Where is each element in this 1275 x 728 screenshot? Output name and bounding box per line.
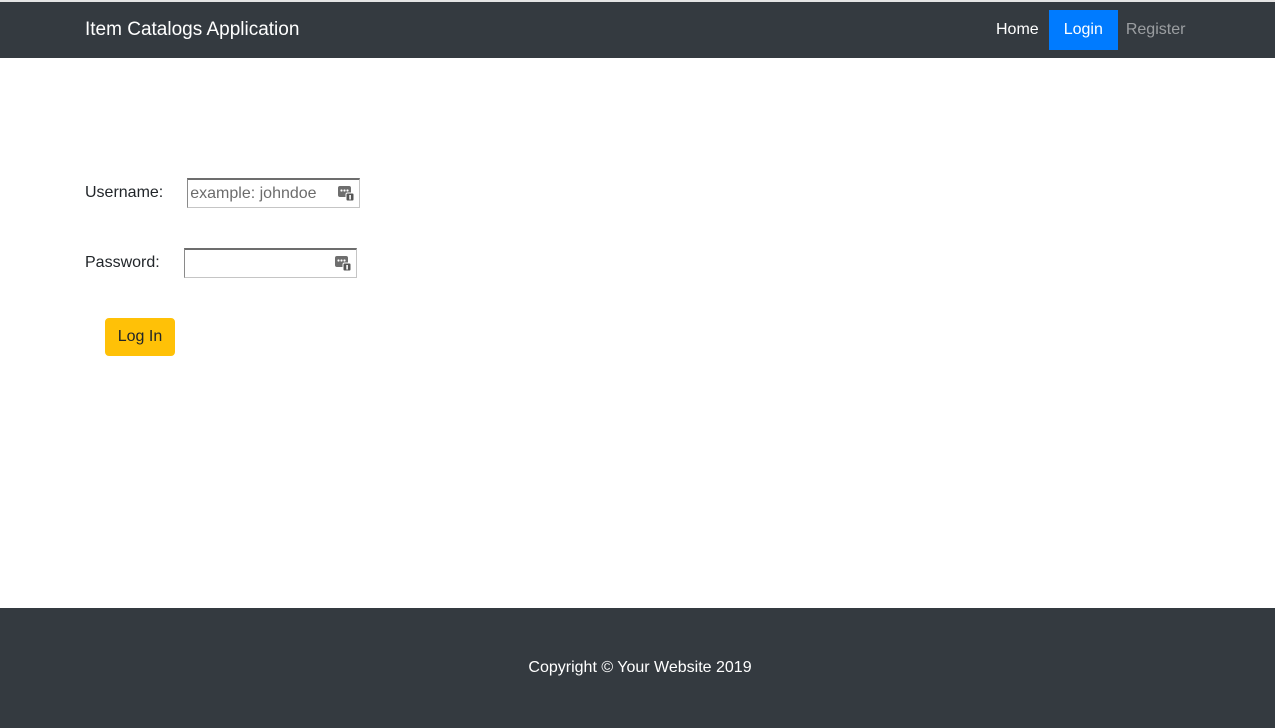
nav-link-login[interactable]: Login bbox=[1048, 10, 1118, 50]
login-page: Item Catalogs Application Home Login Reg… bbox=[0, 0, 1275, 728]
keychain-autofill-icon[interactable] bbox=[334, 254, 352, 272]
nav-link-register[interactable]: Register bbox=[1118, 10, 1194, 50]
top-navbar: Item Catalogs Application Home Login Reg… bbox=[0, 2, 1275, 58]
password-label: Password: bbox=[85, 254, 160, 271]
page-footer: Copyright © Your Website 2019 bbox=[0, 608, 1275, 728]
username-input[interactable] bbox=[188, 180, 336, 207]
username-field-box bbox=[187, 178, 361, 208]
username-row: Username: bbox=[85, 178, 361, 208]
copyright-text: Copyright © Your Website 2019 bbox=[528, 659, 752, 676]
password-input[interactable] bbox=[184, 250, 332, 277]
username-label: Username: bbox=[85, 184, 164, 201]
nav-link-home[interactable]: Home bbox=[988, 10, 1047, 50]
password-row: Password: bbox=[85, 248, 357, 278]
navbar-links: Home Login Register bbox=[988, 10, 1193, 50]
password-field-box bbox=[183, 248, 357, 278]
navbar-brand[interactable]: Item Catalogs Application bbox=[85, 18, 299, 42]
log-in-button[interactable]: Log In bbox=[105, 318, 175, 356]
keychain-autofill-icon[interactable] bbox=[337, 184, 355, 202]
